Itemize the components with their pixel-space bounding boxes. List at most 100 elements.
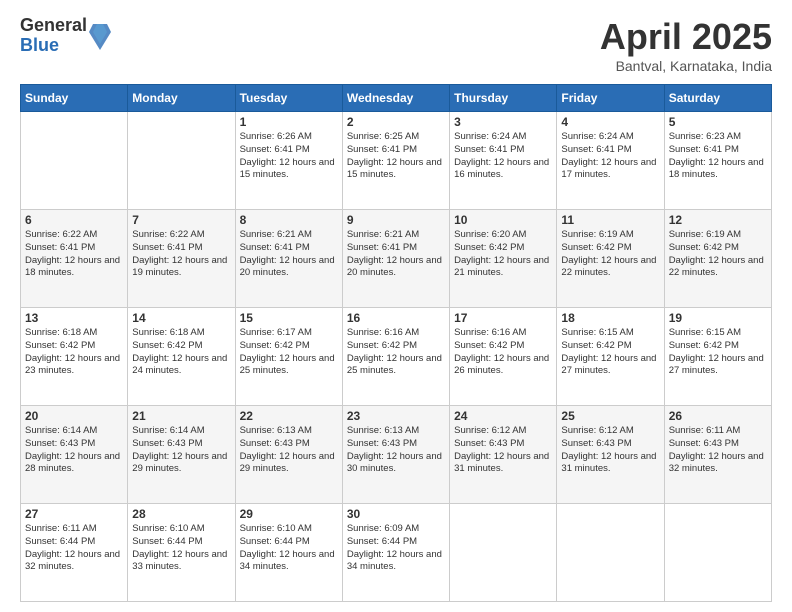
day-number: 7 <box>132 213 230 227</box>
day-info: Sunrise: 6:18 AM Sunset: 6:42 PM Dayligh… <box>132 327 230 378</box>
table-row: 12 Sunrise: 6:19 AM Sunset: 6:42 PM Dayli… <box>664 210 771 308</box>
header-friday: Friday <box>557 85 664 112</box>
table-row: 6 Sunrise: 6:22 AM Sunset: 6:41 PM Daylig… <box>21 210 128 308</box>
day-number: 15 <box>240 311 338 325</box>
day-info: Sunrise: 6:20 AM Sunset: 6:42 PM Dayligh… <box>454 229 552 280</box>
header: General Blue April 2025 Bantval, Karnata… <box>20 16 772 74</box>
weekday-header-row: Sunday Monday Tuesday Wednesday Thursday… <box>21 85 772 112</box>
day-info: Sunrise: 6:12 AM Sunset: 6:43 PM Dayligh… <box>454 425 552 476</box>
day-info: Sunrise: 6:11 AM Sunset: 6:43 PM Dayligh… <box>669 425 767 476</box>
table-row <box>450 504 557 602</box>
day-number: 6 <box>25 213 123 227</box>
table-row: 17 Sunrise: 6:16 AM Sunset: 6:42 PM Dayli… <box>450 308 557 406</box>
table-row: 1 Sunrise: 6:26 AM Sunset: 6:41 PM Daylig… <box>235 112 342 210</box>
day-info: Sunrise: 6:11 AM Sunset: 6:44 PM Dayligh… <box>25 523 123 574</box>
day-info: Sunrise: 6:16 AM Sunset: 6:42 PM Dayligh… <box>347 327 445 378</box>
day-info: Sunrise: 6:16 AM Sunset: 6:42 PM Dayligh… <box>454 327 552 378</box>
day-number: 12 <box>669 213 767 227</box>
day-number: 1 <box>240 115 338 129</box>
table-row: 10 Sunrise: 6:20 AM Sunset: 6:42 PM Dayli… <box>450 210 557 308</box>
day-number: 21 <box>132 409 230 423</box>
day-info: Sunrise: 6:19 AM Sunset: 6:42 PM Dayligh… <box>669 229 767 280</box>
day-number: 19 <box>669 311 767 325</box>
table-row: 19Sunrise: 6:15 AM Sunset: 6:42 PM Dayli… <box>664 308 771 406</box>
day-info: Sunrise: 6:18 AM Sunset: 6:42 PM Dayligh… <box>25 327 123 378</box>
day-info: Sunrise: 6:24 AM Sunset: 6:41 PM Dayligh… <box>561 131 659 182</box>
day-number: 18 <box>561 311 659 325</box>
table-row <box>664 504 771 602</box>
day-info: Sunrise: 6:14 AM Sunset: 6:43 PM Dayligh… <box>132 425 230 476</box>
day-number: 20 <box>25 409 123 423</box>
table-row: 28Sunrise: 6:10 AM Sunset: 6:44 PM Dayli… <box>128 504 235 602</box>
day-info: Sunrise: 6:10 AM Sunset: 6:44 PM Dayligh… <box>240 523 338 574</box>
table-row: 8 Sunrise: 6:21 AM Sunset: 6:41 PM Daylig… <box>235 210 342 308</box>
day-number: 2 <box>347 115 445 129</box>
day-number: 8 <box>240 213 338 227</box>
day-info: Sunrise: 6:21 AM Sunset: 6:41 PM Dayligh… <box>347 229 445 280</box>
day-number: 26 <box>669 409 767 423</box>
table-row: 5Sunrise: 6:23 AM Sunset: 6:41 PM Daylig… <box>664 112 771 210</box>
header-thursday: Thursday <box>450 85 557 112</box>
day-number: 10 <box>454 213 552 227</box>
table-row: 18 Sunrise: 6:15 AM Sunset: 6:42 PM Dayli… <box>557 308 664 406</box>
calendar-table: Sunday Monday Tuesday Wednesday Thursday… <box>20 84 772 602</box>
month-title: April 2025 <box>600 16 772 58</box>
table-row: 9 Sunrise: 6:21 AM Sunset: 6:41 PM Daylig… <box>342 210 449 308</box>
table-row: 16Sunrise: 6:16 AM Sunset: 6:42 PM Dayli… <box>342 308 449 406</box>
day-number: 24 <box>454 409 552 423</box>
day-info: Sunrise: 6:15 AM Sunset: 6:42 PM Dayligh… <box>561 327 659 378</box>
table-row <box>557 504 664 602</box>
logo: General Blue <box>20 16 111 56</box>
calendar-week-row: 27 Sunrise: 6:11 AM Sunset: 6:44 PM Dayli… <box>21 504 772 602</box>
day-info: Sunrise: 6:14 AM Sunset: 6:43 PM Dayligh… <box>25 425 123 476</box>
table-row: 30Sunrise: 6:09 AM Sunset: 6:44 PM Dayli… <box>342 504 449 602</box>
day-number: 9 <box>347 213 445 227</box>
table-row: 2Sunrise: 6:25 AM Sunset: 6:41 PM Daylig… <box>342 112 449 210</box>
calendar-week-row: 6 Sunrise: 6:22 AM Sunset: 6:41 PM Daylig… <box>21 210 772 308</box>
day-number: 27 <box>25 507 123 521</box>
day-number: 11 <box>561 213 659 227</box>
header-wednesday: Wednesday <box>342 85 449 112</box>
table-row: 25 Sunrise: 6:12 AM Sunset: 6:43 PM Dayli… <box>557 406 664 504</box>
day-info: Sunrise: 6:17 AM Sunset: 6:42 PM Dayligh… <box>240 327 338 378</box>
table-row: 27 Sunrise: 6:11 AM Sunset: 6:44 PM Dayli… <box>21 504 128 602</box>
calendar-week-row: 13Sunrise: 6:18 AM Sunset: 6:42 PM Dayli… <box>21 308 772 406</box>
calendar-page: General Blue April 2025 Bantval, Karnata… <box>0 0 792 612</box>
calendar-week-row: 20 Sunrise: 6:14 AM Sunset: 6:43 PM Dayli… <box>21 406 772 504</box>
logo-icon <box>89 22 111 50</box>
table-row: 15 Sunrise: 6:17 AM Sunset: 6:42 PM Dayli… <box>235 308 342 406</box>
day-number: 22 <box>240 409 338 423</box>
table-row <box>128 112 235 210</box>
day-number: 3 <box>454 115 552 129</box>
header-tuesday: Tuesday <box>235 85 342 112</box>
table-row: 26 Sunrise: 6:11 AM Sunset: 6:43 PM Dayli… <box>664 406 771 504</box>
day-number: 14 <box>132 311 230 325</box>
day-info: Sunrise: 6:26 AM Sunset: 6:41 PM Dayligh… <box>240 131 338 182</box>
title-block: April 2025 Bantval, Karnataka, India <box>600 16 772 74</box>
day-info: Sunrise: 6:22 AM Sunset: 6:41 PM Dayligh… <box>25 229 123 280</box>
day-info: Sunrise: 6:13 AM Sunset: 6:43 PM Dayligh… <box>347 425 445 476</box>
table-row <box>21 112 128 210</box>
logo-general-text: General <box>20 16 87 36</box>
day-number: 17 <box>454 311 552 325</box>
day-info: Sunrise: 6:12 AM Sunset: 6:43 PM Dayligh… <box>561 425 659 476</box>
table-row: 13Sunrise: 6:18 AM Sunset: 6:42 PM Dayli… <box>21 308 128 406</box>
table-row: 23 Sunrise: 6:13 AM Sunset: 6:43 PM Dayli… <box>342 406 449 504</box>
day-info: Sunrise: 6:21 AM Sunset: 6:41 PM Dayligh… <box>240 229 338 280</box>
table-row: 24 Sunrise: 6:12 AM Sunset: 6:43 PM Dayli… <box>450 406 557 504</box>
calendar-week-row: 1 Sunrise: 6:26 AM Sunset: 6:41 PM Daylig… <box>21 112 772 210</box>
table-row: 4Sunrise: 6:24 AM Sunset: 6:41 PM Daylig… <box>557 112 664 210</box>
day-number: 23 <box>347 409 445 423</box>
day-info: Sunrise: 6:19 AM Sunset: 6:42 PM Dayligh… <box>561 229 659 280</box>
logo-blue-text: Blue <box>20 36 87 56</box>
table-row: 20 Sunrise: 6:14 AM Sunset: 6:43 PM Dayli… <box>21 406 128 504</box>
day-number: 5 <box>669 115 767 129</box>
day-info: Sunrise: 6:10 AM Sunset: 6:44 PM Dayligh… <box>132 523 230 574</box>
table-row: 14 Sunrise: 6:18 AM Sunset: 6:42 PM Dayli… <box>128 308 235 406</box>
location: Bantval, Karnataka, India <box>600 58 772 74</box>
table-row: 7Sunrise: 6:22 AM Sunset: 6:41 PM Daylig… <box>128 210 235 308</box>
day-number: 30 <box>347 507 445 521</box>
table-row: 3Sunrise: 6:24 AM Sunset: 6:41 PM Daylig… <box>450 112 557 210</box>
day-number: 25 <box>561 409 659 423</box>
table-row: 29Sunrise: 6:10 AM Sunset: 6:44 PM Dayli… <box>235 504 342 602</box>
